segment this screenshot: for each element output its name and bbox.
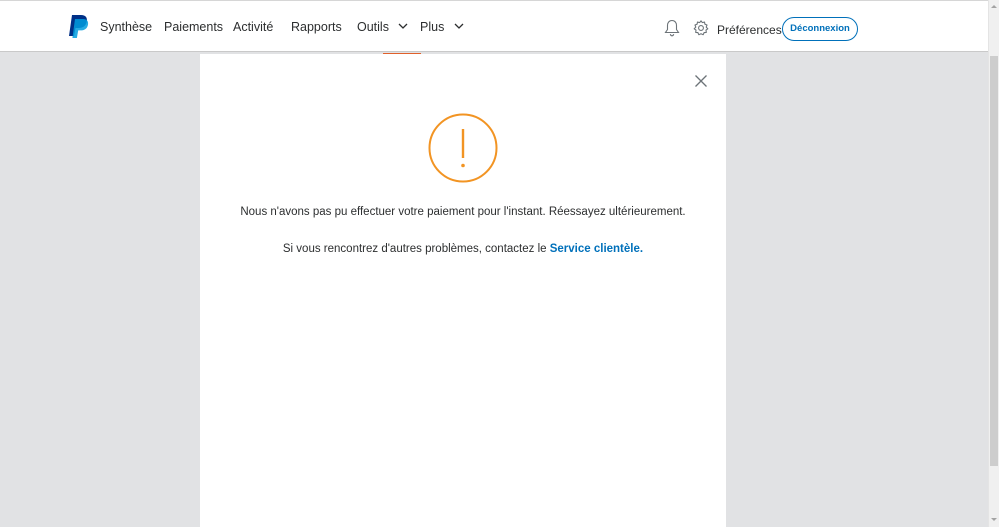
nav-plus[interactable]: Plus: [420, 19, 464, 35]
scroll-up-arrow-icon[interactable]: [990, 2, 998, 12]
nav-rapports[interactable]: Rapports: [291, 19, 342, 35]
nav-paiements[interactable]: Paiements: [164, 19, 223, 35]
chevron-down-icon: [454, 23, 464, 30]
close-icon[interactable]: [694, 74, 708, 88]
nav-activite[interactable]: Activité: [233, 19, 273, 35]
payment-error-dialog: Nous n'avons pas pu effectuer votre paie…: [200, 54, 726, 527]
help-message: Si vous rencontrez d'autres problèmes, c…: [200, 241, 726, 257]
help-message-suffix: .: [639, 243, 644, 255]
nav-synthese[interactable]: Synthèse: [100, 19, 152, 35]
nav-activite-label: Activité: [233, 20, 274, 34]
customer-service-link[interactable]: Service clientèle: [550, 243, 640, 255]
warning-icon: [428, 113, 498, 183]
scroll-down-arrow-icon[interactable]: [990, 514, 998, 524]
nav-plus-label: Plus: [420, 20, 445, 34]
nav-rapports-label: Rapports: [291, 20, 342, 34]
help-message-prefix: Si vous rencontrez d'autres problèmes, c…: [282, 243, 550, 255]
preferences-link[interactable]: Préférences: [717, 22, 782, 38]
bell-icon[interactable]: [664, 19, 680, 37]
scrollbar-thumb[interactable]: [990, 56, 998, 466]
chevron-down-icon: [398, 23, 408, 30]
nav-paiements-label: Paiements: [164, 20, 224, 34]
nav-outils[interactable]: Outils: [357, 19, 408, 35]
nav-outils-label: Outils: [357, 20, 389, 34]
error-message: Nous n'avons pas pu effectuer votre paie…: [240, 206, 686, 218]
gear-icon[interactable]: [693, 20, 709, 36]
logout-button[interactable]: Déconnexion: [782, 17, 858, 41]
paypal-logo[interactable]: [67, 14, 89, 40]
top-navigation-bar: Synthèse Paiements Activité Rapports Out…: [0, 0, 988, 52]
vertical-scrollbar[interactable]: [988, 0, 999, 527]
nav-synthese-label: Synthèse: [100, 20, 153, 34]
